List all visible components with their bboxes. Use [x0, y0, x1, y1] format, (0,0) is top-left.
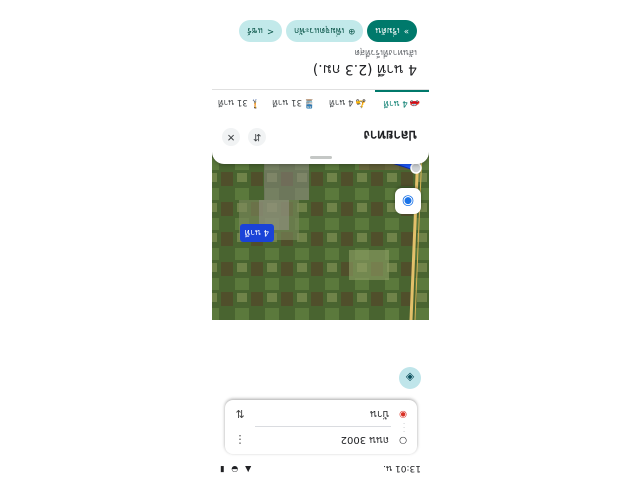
transit-icon: 🚆 — [303, 98, 315, 108]
trip-duration: 4 นาที (2.3 กม.) — [312, 61, 417, 77]
motorbike-icon: 🛵 — [355, 98, 367, 108]
status-time: 13:01 น. — [383, 463, 421, 473]
add-stop-label: เพิ่มจุดแวะพัก — [294, 25, 345, 35]
layers-icon: ◈ — [405, 371, 415, 385]
travel-mode-tabs: 🚗 4 นาที 🛵 4 นาที 🚆 31 นาที 🚶 31 นาที — [212, 89, 429, 116]
my-location-icon: ◉ — [401, 193, 415, 209]
share-button[interactable]: < แชร์ — [239, 20, 283, 42]
destination-field[interactable]: บ้าน — [247, 407, 389, 422]
walk-icon: 🚶 — [249, 98, 261, 108]
origin-row[interactable]: ○ ถนน 3002 ⋮ — [233, 430, 409, 450]
sheet-drag-handle[interactable] — [310, 156, 332, 159]
start-button[interactable]: » เริ่มต้น — [367, 20, 417, 42]
start-button-label: เริ่มต้น — [375, 25, 400, 35]
destination-row[interactable]: ◉ บ้าน ⇅ — [233, 404, 409, 424]
tab-drive[interactable]: 🚗 4 นาที — [374, 90, 429, 116]
add-stop-button[interactable]: ⊕ เพิ่มจุดแวะพัก — [286, 20, 364, 42]
tab-walk[interactable]: 🚶 31 นาที — [212, 90, 266, 116]
route-search-card: ○ ถนน 3002 ⋮ · · · ◉ บ้าน ⇅ — [225, 400, 417, 454]
more-vert-icon[interactable]: ⋮ — [233, 434, 247, 447]
destination-pin-small-icon: ◉ — [399, 409, 407, 419]
car-icon: 🚗 — [409, 99, 421, 109]
my-location-button[interactable]: ◉ — [395, 188, 421, 214]
origin-field[interactable]: ถนน 3002 — [247, 433, 389, 448]
tab-transit-label: 31 นาที — [272, 97, 302, 107]
signal-icon: ▲ — [245, 465, 252, 474]
add-stop-icon: ⊕ — [348, 26, 356, 36]
close-button[interactable]: ✕ — [222, 128, 240, 146]
layers-button[interactable]: ◈ — [399, 367, 421, 389]
tune-icon: ⇵ — [252, 131, 262, 143]
origin-dot-icon: ○ — [399, 435, 407, 445]
wifi-icon: ◒ — [231, 465, 239, 474]
share-label: แชร์ — [247, 25, 263, 35]
phone-screen: 3002 206 4 นาที 13:01 น. ▲ ◒ ▮ ○ ถนน 300… — [212, 0, 429, 480]
navigation-icon: » — [403, 26, 409, 36]
search-divider — [255, 426, 391, 427]
tab-drive-label: 4 นาที — [383, 98, 408, 108]
tab-walk-label: 31 นาที — [217, 97, 248, 107]
battery-icon: ▮ — [220, 465, 225, 474]
trip-description: เส้นทางที่เร็วที่สุด — [354, 47, 417, 57]
tab-motorbike-label: 4 นาที — [329, 97, 354, 107]
tab-motorbike[interactable]: 🛵 4 นาที — [321, 90, 375, 116]
route-options-button[interactable]: ⇵ — [248, 128, 266, 146]
sheet-title: ปลายทาง — [363, 127, 417, 142]
share-icon: < — [266, 26, 275, 36]
action-chips: » เริ่มต้น ⊕ เพิ่มจุดแวะพัก < แชร์ — [239, 20, 417, 42]
swap-icon[interactable]: ⇅ — [233, 408, 247, 421]
status-bar: 13:01 น. ▲ ◒ ▮ — [212, 458, 429, 480]
directions-sheet: ปลายทาง ⇵ ✕ 🚗 4 นาที 🛵 4 นาที 🚆 31 นาที … — [212, 0, 429, 164]
tab-transit[interactable]: 🚆 31 นาที — [266, 90, 320, 116]
origin-marker — [410, 162, 422, 174]
status-icons: ▲ ◒ ▮ — [220, 464, 255, 474]
close-icon: ✕ — [226, 131, 236, 143]
route-time-label[interactable]: 4 นาที — [239, 224, 274, 242]
